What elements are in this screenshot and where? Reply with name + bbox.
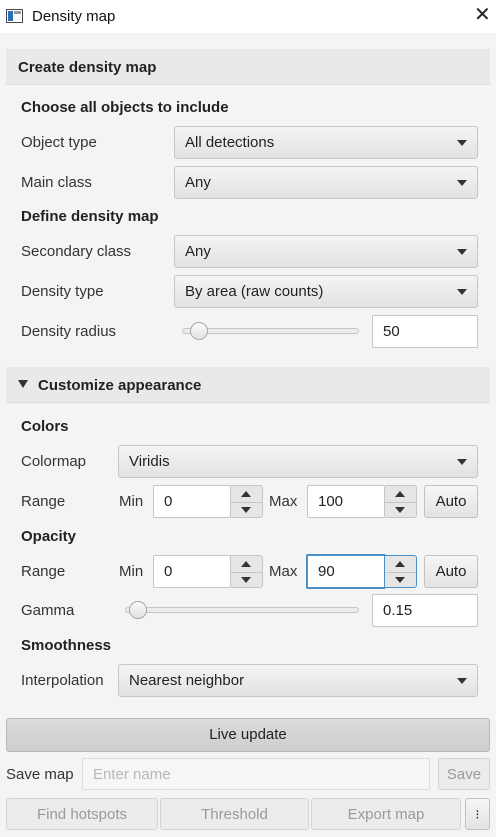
create-section-header: Create density map xyxy=(6,49,490,85)
opacity-heading: Opacity xyxy=(21,528,77,545)
chevron-down-icon xyxy=(457,140,467,146)
app-window-icon xyxy=(6,9,23,23)
opacity-max-label: Max xyxy=(269,563,298,580)
smoothness-heading: Smoothness xyxy=(21,637,112,654)
chevron-down-icon xyxy=(457,459,467,465)
spin-up-icon[interactable] xyxy=(241,491,251,497)
spin-up-icon[interactable] xyxy=(395,491,405,497)
secondary-class-value: Any xyxy=(185,243,211,260)
opacity-max-field[interactable]: 90 xyxy=(306,554,386,589)
main-class-dropdown[interactable]: Any xyxy=(174,166,478,199)
color-min-label: Min xyxy=(119,493,144,510)
colors-heading: Colors xyxy=(21,418,69,435)
export-map-button[interactable]: Export map xyxy=(311,798,461,830)
opacity-min-field[interactable]: 0 xyxy=(153,555,231,588)
title-bar: Density map ✕ xyxy=(0,0,496,33)
save-map-label: Save map xyxy=(6,766,74,783)
save-button[interactable]: Save xyxy=(438,758,490,790)
color-min-spinner[interactable] xyxy=(231,485,263,518)
define-heading: Define density map xyxy=(21,208,159,225)
opacity-max-spinner[interactable] xyxy=(385,555,417,588)
color-min-field[interactable]: 0 xyxy=(153,485,231,518)
object-type-dropdown[interactable]: All detections xyxy=(174,126,478,159)
density-radius-value: 50 xyxy=(383,323,400,340)
opacity-min-spinner[interactable] xyxy=(231,555,263,588)
more-options-button[interactable]: ⁝ xyxy=(465,798,490,830)
density-radius-slider-thumb[interactable] xyxy=(189,322,208,340)
density-radius-slider-track[interactable] xyxy=(182,328,359,334)
interpolation-dropdown[interactable]: Nearest neighbor xyxy=(118,664,478,697)
color-range-label: Range xyxy=(21,493,66,510)
colormap-label: Colormap xyxy=(21,453,87,470)
spin-down-icon[interactable] xyxy=(241,577,251,583)
expand-triangle-icon[interactable] xyxy=(18,380,28,388)
density-radius-field[interactable]: 50 xyxy=(372,315,478,348)
colormap-value: Viridis xyxy=(129,453,170,470)
gamma-slider-track[interactable] xyxy=(125,607,359,613)
color-max-value: 100 xyxy=(318,493,344,510)
window-title: Density map xyxy=(32,8,116,25)
opacity-min-value: 0 xyxy=(164,563,173,580)
color-max-field[interactable]: 100 xyxy=(307,485,385,518)
gamma-label: Gamma xyxy=(21,602,75,619)
map-name-input[interactable] xyxy=(83,759,429,789)
main-class-value: Any xyxy=(185,174,211,191)
spin-down-icon[interactable] xyxy=(395,577,405,583)
color-min-value: 0 xyxy=(164,493,173,510)
secondary-class-label: Secondary class xyxy=(21,243,132,260)
create-section-title: Create density map xyxy=(18,59,157,76)
color-max-spinner[interactable] xyxy=(385,485,417,518)
opacity-range-label: Range xyxy=(21,563,66,580)
object-type-label: Object type xyxy=(21,134,97,151)
appearance-section-title: Customize appearance xyxy=(38,377,202,394)
interpolation-label: Interpolation xyxy=(21,672,104,689)
chevron-down-icon xyxy=(457,289,467,295)
find-hotspots-button[interactable]: Find hotspots xyxy=(6,798,158,830)
main-class-label: Main class xyxy=(21,174,92,191)
opacity-max-value: 90 xyxy=(318,563,335,580)
gamma-field[interactable]: 0.15 xyxy=(372,594,478,627)
opacity-min-label: Min xyxy=(119,563,144,580)
interpolation-value: Nearest neighbor xyxy=(129,672,245,689)
gamma-slider-thumb[interactable] xyxy=(129,601,148,619)
density-radius-label: Density radius xyxy=(21,323,117,340)
color-auto-button[interactable]: Auto xyxy=(424,485,478,518)
chevron-down-icon xyxy=(457,249,467,255)
chevron-down-icon xyxy=(457,678,467,684)
spin-down-icon[interactable] xyxy=(241,507,251,513)
density-type-label: Density type xyxy=(21,283,104,300)
chevron-down-icon xyxy=(457,180,467,186)
spin-down-icon[interactable] xyxy=(395,507,405,513)
spin-up-icon[interactable] xyxy=(241,561,251,567)
color-max-label: Max xyxy=(269,493,298,510)
live-update-toggle[interactable]: Live update xyxy=(6,718,490,752)
object-type-value: All detections xyxy=(185,134,275,151)
map-name-field[interactable] xyxy=(82,758,430,790)
gamma-value: 0.15 xyxy=(383,602,413,619)
include-heading: Choose all objects to include xyxy=(21,99,229,116)
colormap-dropdown[interactable]: Viridis xyxy=(118,445,478,478)
close-icon[interactable]: ✕ xyxy=(474,4,491,26)
opacity-auto-button[interactable]: Auto xyxy=(424,555,478,588)
density-type-dropdown[interactable]: By area (raw counts) xyxy=(174,275,478,308)
density-type-value: By area (raw counts) xyxy=(185,283,324,300)
spin-up-icon[interactable] xyxy=(395,561,405,567)
threshold-button[interactable]: Threshold xyxy=(160,798,309,830)
secondary-class-dropdown[interactable]: Any xyxy=(174,235,478,268)
appearance-section-header[interactable]: Customize appearance xyxy=(6,367,490,403)
